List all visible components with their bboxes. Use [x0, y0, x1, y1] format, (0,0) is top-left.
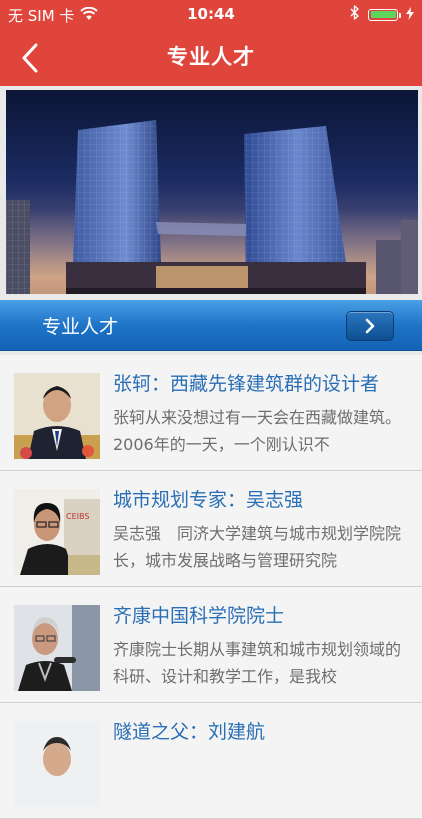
svg-text:CEIBS: CEIBS [66, 512, 89, 521]
nav-bar: 专业人才 [0, 28, 422, 86]
page-title: 专业人才 [167, 45, 255, 69]
section-title: 专业人才 [42, 316, 119, 338]
banner-image[interactable] [6, 90, 418, 294]
expert-photo: CEIBS [14, 489, 100, 575]
expert-photo [14, 721, 100, 807]
list-item[interactable]: CEIBS 城市规划专家：吴志强 吴志强 同济大学建筑与城市规划学院院长，城市发… [0, 471, 422, 587]
item-description: 张轲从来没想过有一天会在西藏做建筑。2006年的一天，一个刚认识不 [113, 408, 402, 454]
status-right [350, 5, 414, 24]
charging-icon [406, 6, 414, 24]
section-more-button[interactable] [346, 311, 394, 341]
status-bar: 无 SIM 卡 10:44 [0, 0, 422, 28]
list-item[interactable]: 张轲：西藏先锋建筑群的设计者 张轲从来没想过有一天会在西藏做建筑。2006年的一… [0, 355, 422, 471]
item-title: 齐康中国科学院院士 [113, 605, 285, 627]
chevron-right-icon [365, 318, 375, 334]
banner-illustration [6, 120, 418, 294]
section-header: 专业人才 [0, 300, 422, 351]
item-description [113, 752, 413, 806]
item-title: 隧道之父：刘建航 [113, 721, 266, 743]
battery-icon [368, 8, 401, 21]
expert-list: 张轲：西藏先锋建筑群的设计者 张轲从来没想过有一天会在西藏做建筑。2006年的一… [0, 355, 422, 819]
battery-fill [370, 11, 396, 18]
top-bar: 无 SIM 卡 10:44 专业人才 [0, 0, 422, 86]
item-title: 张轲：西藏先锋建筑群的设计者 [113, 373, 380, 395]
expert-photo [14, 605, 100, 691]
item-description: 齐康院士长期从事建筑和城市规划领域的科研、设计和教学工作，是我校 [113, 640, 402, 686]
list-item[interactable]: 齐康中国科学院院士 齐康院士长期从事建筑和城市规划领域的科研、设计和教学工作，是… [0, 587, 422, 703]
bluetooth-icon [350, 5, 360, 24]
expert-photo [14, 373, 100, 459]
item-title: 城市规划专家：吴志强 [113, 489, 304, 511]
list-item[interactable]: 隧道之父：刘建航 [0, 703, 422, 819]
item-description: 吴志强 同济大学建筑与城市规划学院院长，城市发展战略与管理研究院 [113, 524, 402, 570]
